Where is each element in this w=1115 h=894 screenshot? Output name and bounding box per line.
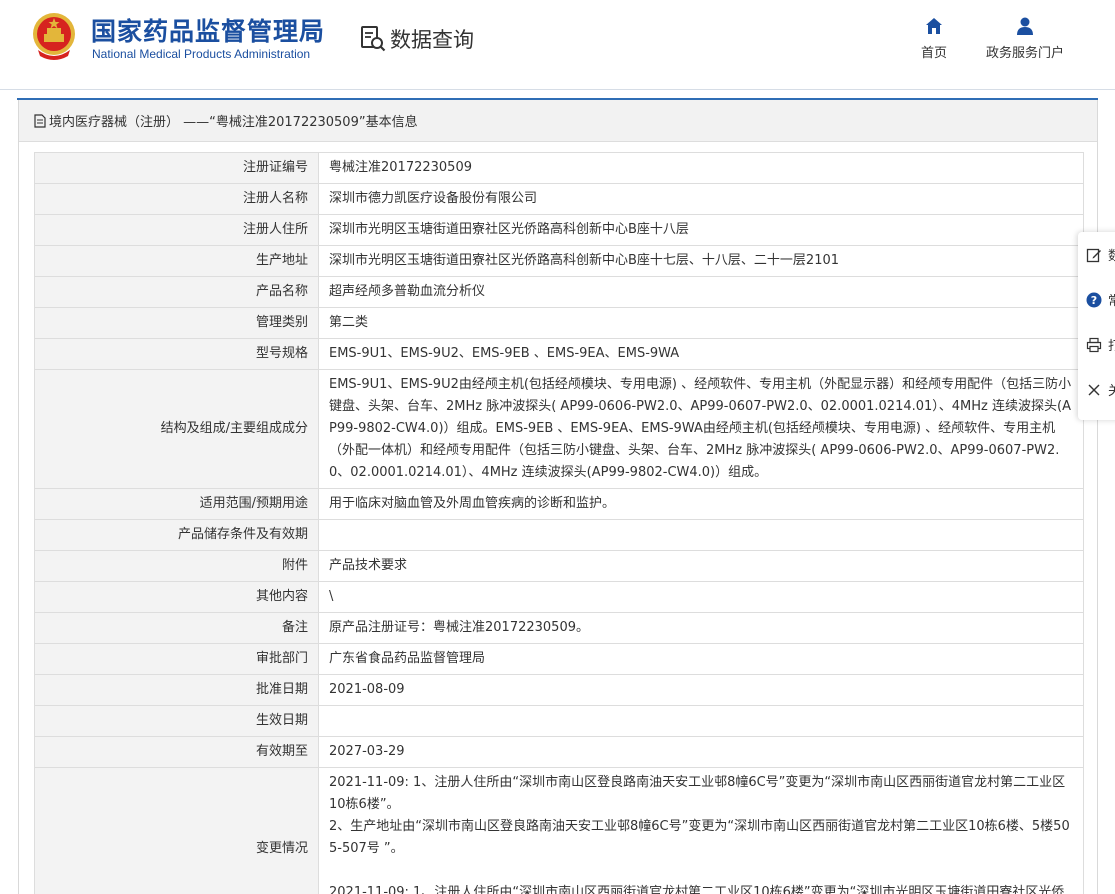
float-item-close[interactable]: 关 xyxy=(1078,367,1115,412)
site-subtitle[interactable]: National Medical Products Administration xyxy=(92,47,310,61)
field-label: 附件 xyxy=(34,550,319,582)
float-item-label: 常 xyxy=(1108,294,1115,309)
field-value: EMS-9U1、EMS-9U2、EMS-9EB 、EMS-9EA、EMS-9WA xyxy=(318,338,1084,370)
field-value xyxy=(318,519,1084,551)
user-icon xyxy=(1017,17,1033,35)
field-value: 第二类 xyxy=(318,307,1084,339)
field-value: 原产品注册证号：粤械注准20172230509。 xyxy=(318,612,1084,644)
float-item-label: 数 xyxy=(1108,249,1115,264)
change-entry: 2021-11-09: 1、注册人住所由“深圳市南山区西丽街道官龙村第二工业区1… xyxy=(329,885,1065,894)
change-entry xyxy=(329,860,1073,882)
table-row: 型号规格 EMS-9U1、EMS-9U2、EMS-9EB 、EMS-9EA、EMS… xyxy=(34,338,1084,370)
field-label: 备注 xyxy=(34,612,319,644)
detail-panel: 境内医疗器械（注册） ——“粤械注准20172230509”基本信息 注册证编号… xyxy=(18,100,1098,894)
document-search-icon xyxy=(361,26,386,52)
field-label: 审批部门 xyxy=(34,643,319,675)
panel-title: 境内医疗器械（注册） ——“粤械注准20172230509”基本信息 xyxy=(49,115,418,130)
field-value: 2021-08-09 xyxy=(318,674,1084,706)
help-icon: ? xyxy=(1086,292,1102,307)
field-label: 产品储存条件及有效期 xyxy=(34,519,319,551)
home-icon xyxy=(926,18,942,34)
registration-info-table: 注册证编号 粤械注准20172230509 注册人名称 深圳市德力凯医疗设备股份有限公… xyxy=(34,152,1084,894)
field-label: 有效期至 xyxy=(34,736,319,768)
field-value: 深圳市光明区玉塘街道田寮社区光侨路高科创新中心B座十七层、十八层、二十一层210… xyxy=(318,245,1084,277)
table-row: 附件 产品技术要求 xyxy=(34,550,1084,582)
table-row: 注册证编号 粤械注准20172230509 xyxy=(34,152,1084,184)
change-entry: 2、生产地址由“深圳市南山区登良路南油天安工业邨8幢6C号”变更为“深圳市南山区… xyxy=(329,819,1070,856)
change-history: 2021-11-09: 1、注册人住所由“深圳市南山区登良路南油天安工业邨8幢6… xyxy=(318,767,1084,894)
print-icon xyxy=(1086,337,1102,352)
table-row: 备注 原产品注册证号：粤械注准20172230509。 xyxy=(34,612,1084,644)
table-row: 生产地址 深圳市光明区玉塘街道田寮社区光侨路高科创新中心B座十七层、十八层、二十一… xyxy=(34,245,1084,277)
field-value: 深圳市德力凯医疗设备股份有限公司 xyxy=(318,183,1084,215)
nav-home[interactable]: 首页 xyxy=(912,16,956,61)
svg-text:?: ? xyxy=(1091,294,1097,307)
field-label: 注册证编号 xyxy=(34,152,319,184)
table-row: 有效期至 2027-03-29 xyxy=(34,736,1084,768)
floating-toolbar: 数 ? 常 打 关 xyxy=(1078,232,1115,420)
field-label: 其他内容 xyxy=(34,581,319,613)
field-label: 变更情况 xyxy=(34,767,319,894)
field-label: 批准日期 xyxy=(34,674,319,706)
nav-home-label: 首页 xyxy=(920,46,947,61)
table-row: 审批部门 广东省食品药品监督管理局 xyxy=(34,643,1084,675)
field-value: \ xyxy=(318,581,1084,613)
field-value: EMS-9U1、EMS-9U2由经颅主机(包括经颅模块、专用电源) 、经颅软件、… xyxy=(318,369,1084,489)
field-value: 产品技术要求 xyxy=(318,550,1084,582)
close-icon xyxy=(1088,384,1100,395)
field-label: 型号规格 xyxy=(34,338,319,370)
change-entry: 2021-11-09: 1、注册人住所由“深圳市南山区登良路南油天安工业邨8幢6… xyxy=(329,775,1066,812)
nav-portal-label: 政务服务门户 xyxy=(985,46,1064,61)
field-value: 深圳市光明区玉塘街道田寮社区光侨路高科创新中心B座十八层 xyxy=(318,214,1084,246)
data-query-label: 数据查询 xyxy=(390,28,474,52)
float-item-data[interactable]: 数 xyxy=(1078,232,1115,277)
document-icon xyxy=(34,113,46,128)
field-value: 广东省食品药品监督管理局 xyxy=(318,643,1084,675)
edit-icon xyxy=(1086,248,1101,262)
table-row: 结构及组成/主要组成成分 EMS-9U1、EMS-9U2由经颅主机(包括经颅模块、… xyxy=(34,369,1084,489)
table-row: 适用范围/预期用途 用于临床对脑血管及外周血管疾病的诊断和监护。 xyxy=(34,488,1084,520)
table-row: 产品储存条件及有效期 xyxy=(34,519,1084,551)
field-value xyxy=(318,705,1084,737)
site-title[interactable]: 国家药品监督管理局 xyxy=(91,12,325,48)
national-emblem-icon xyxy=(33,13,75,60)
field-label: 结构及组成/主要组成成分 xyxy=(34,369,319,489)
table-row: 生效日期 xyxy=(34,705,1084,737)
float-item-label: 打 xyxy=(1108,339,1115,354)
field-value: 用于临床对脑血管及外周血管疾病的诊断和监护。 xyxy=(318,488,1084,520)
field-label: 注册人住所 xyxy=(34,214,319,246)
field-label: 生效日期 xyxy=(34,705,319,737)
field-label: 管理类别 xyxy=(34,307,319,339)
field-value: 粤械注准20172230509 xyxy=(318,152,1084,184)
field-value: 2027-03-29 xyxy=(318,736,1084,768)
table-row: 产品名称 超声经颅多普勒血流分析仪 xyxy=(34,276,1084,308)
table-row: 注册人名称 深圳市德力凯医疗设备股份有限公司 xyxy=(34,183,1084,215)
data-query-link[interactable]: 数据查询 xyxy=(360,24,474,54)
field-label: 注册人名称 xyxy=(34,183,319,215)
table-row: 其他内容 \ xyxy=(34,581,1084,613)
float-item-label: 关 xyxy=(1108,384,1115,399)
site-header: 国家药品监督管理局 National Medical Products Admi… xyxy=(0,0,1115,90)
panel-title-bar: 境内医疗器械（注册） ——“粤械注准20172230509”基本信息 xyxy=(19,100,1097,142)
float-item-print[interactable]: 打 xyxy=(1078,322,1115,367)
float-item-faq[interactable]: ? 常 xyxy=(1078,277,1115,322)
nav-service-portal[interactable]: 政务服务门户 xyxy=(981,16,1069,61)
field-value: 超声经颅多普勒血流分析仪 xyxy=(318,276,1084,308)
table-row: 管理类别 第二类 xyxy=(34,307,1084,339)
field-label: 产品名称 xyxy=(34,276,319,308)
field-label: 适用范围/预期用途 xyxy=(34,488,319,520)
table-row: 批准日期 2021-08-09 xyxy=(34,674,1084,706)
table-row: 注册人住所 深圳市光明区玉塘街道田寮社区光侨路高科创新中心B座十八层 xyxy=(34,214,1084,246)
field-label: 生产地址 xyxy=(34,245,319,277)
table-row: 变更情况 2021-11-09: 1、注册人住所由“深圳市南山区登良路南油天安工业… xyxy=(34,767,1084,894)
